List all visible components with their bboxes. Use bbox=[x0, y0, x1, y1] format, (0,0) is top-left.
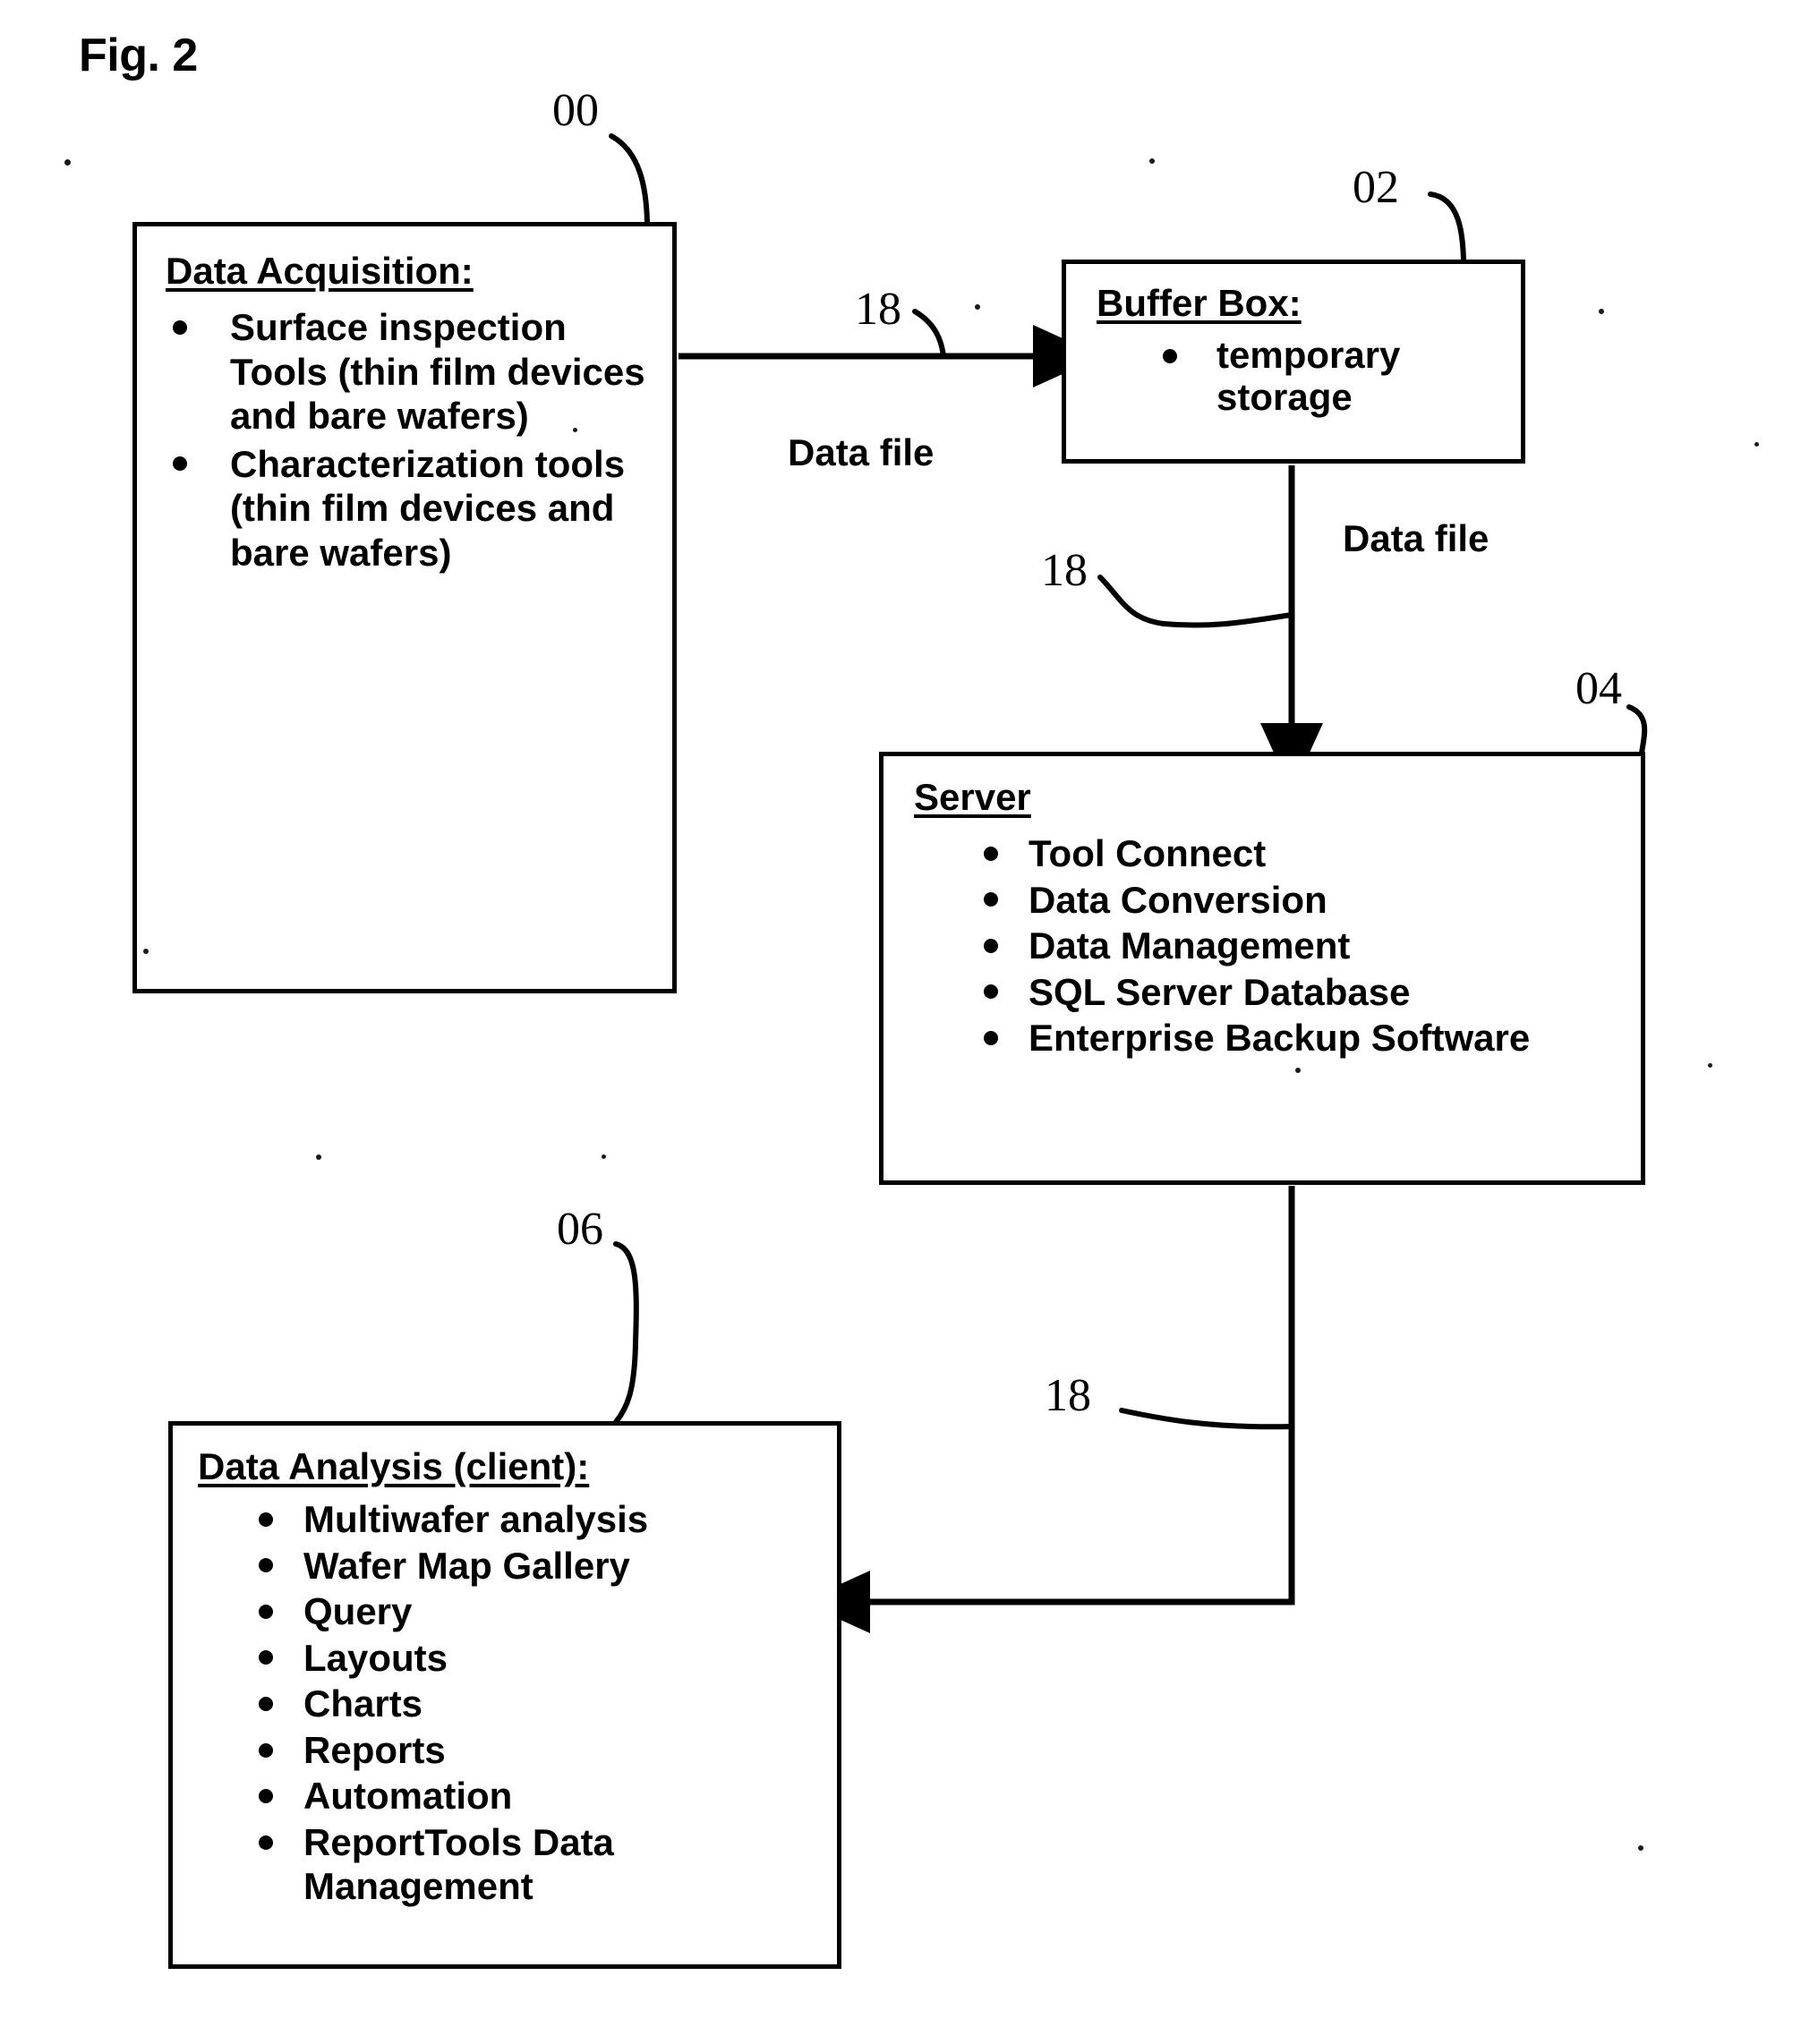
reference-numeral-18-server-to-analysis: 18 bbox=[1045, 1370, 1091, 1421]
list-item: Charts bbox=[198, 1682, 828, 1726]
list-item-label: Tool Connect bbox=[1029, 832, 1267, 874]
node-title-buffer-box: Buffer Box: bbox=[1097, 282, 1302, 324]
bullet-dot-icon bbox=[259, 1604, 273, 1619]
bullet-dot-icon bbox=[984, 892, 998, 907]
list-item-label: ReportTools Data Management bbox=[303, 1820, 614, 1908]
list-item-label: Query bbox=[303, 1590, 413, 1633]
reference-numeral-18-acquisition-to-buffer: 18 bbox=[855, 284, 901, 335]
bullet-list-server: Tool Connect Data Conversion Data Manage… bbox=[914, 831, 1632, 1060]
list-item: Data Management bbox=[914, 924, 1632, 968]
node-server: Server Tool Connect Data Conversion Data… bbox=[879, 752, 1645, 1185]
bullet-dot-icon bbox=[1163, 348, 1177, 363]
leader-line-18-b bbox=[1097, 575, 1294, 628]
scan-speck bbox=[1599, 309, 1604, 314]
list-item-label: Characterization tools (thin film device… bbox=[230, 442, 626, 574]
node-buffer-box: Buffer Box: temporary storage bbox=[1062, 260, 1525, 464]
scan-speck bbox=[975, 304, 980, 310]
bullet-dot-icon bbox=[984, 1030, 998, 1045]
bullet-list-data-analysis: Multiwafer analysis Wafer Map Gallery Qu… bbox=[198, 1497, 828, 1909]
list-item: Enterprise Backup Software bbox=[914, 1016, 1632, 1060]
bullet-dot-icon bbox=[173, 319, 187, 335]
bullet-dot-icon bbox=[173, 456, 187, 472]
leader-line-02 bbox=[1428, 192, 1466, 262]
node-title-data-analysis: Data Analysis (client): bbox=[198, 1445, 590, 1487]
list-item: Tool Connect bbox=[914, 831, 1632, 876]
figure-canvas: Fig. 2 Data Acquisition: Surface inspect… bbox=[0, 0, 1801, 2044]
list-item-label: Layouts bbox=[303, 1636, 448, 1679]
reference-numeral-06: 06 bbox=[557, 1204, 603, 1255]
scan-speck bbox=[1149, 158, 1155, 164]
reference-numeral-18-buffer-to-server: 18 bbox=[1041, 545, 1088, 596]
list-item: temporary storage bbox=[1097, 334, 1512, 418]
list-item-label: Enterprise Backup Software bbox=[1029, 1017, 1531, 1060]
list-item: Automation bbox=[198, 1774, 828, 1818]
bullet-dot-icon bbox=[259, 1789, 273, 1804]
list-item: Query bbox=[198, 1589, 828, 1634]
leader-line-06 bbox=[613, 1241, 639, 1425]
scan-speck bbox=[1708, 1063, 1712, 1068]
leader-line-04 bbox=[1626, 704, 1648, 756]
list-item: Characterization tools (thin film device… bbox=[166, 442, 658, 575]
list-item-label: Reports bbox=[303, 1728, 446, 1771]
list-item: ReportTools Data Management bbox=[198, 1820, 828, 1909]
list-item-label: Data Management bbox=[1029, 924, 1351, 967]
bullet-dot-icon bbox=[259, 1696, 273, 1711]
list-item: Data Conversion bbox=[914, 878, 1632, 923]
reference-numeral-04: 04 bbox=[1575, 663, 1622, 714]
node-data-acquisition: Data Acquisition: Surface inspection Too… bbox=[132, 222, 677, 993]
scan-speck bbox=[602, 1154, 606, 1159]
list-item-label: Data Conversion bbox=[1029, 878, 1327, 921]
node-title-data-acquisition: Data Acquisition: bbox=[166, 250, 474, 292]
list-item: Layouts bbox=[198, 1636, 828, 1681]
list-item: Wafer Map Gallery bbox=[198, 1544, 828, 1588]
list-item-label: temporary storage bbox=[1216, 334, 1401, 419]
list-item: Surface inspection Tools (thin film devi… bbox=[166, 305, 658, 439]
list-item-label: SQL Server Database bbox=[1029, 970, 1411, 1013]
list-item: Multiwafer analysis bbox=[198, 1497, 828, 1542]
scan-speck bbox=[143, 949, 149, 954]
node-data-analysis: Data Analysis (client): Multiwafer analy… bbox=[168, 1421, 841, 1969]
list-item: SQL Server Database bbox=[914, 970, 1632, 1015]
node-title-server: Server bbox=[914, 776, 1031, 818]
scan-speck bbox=[316, 1154, 321, 1160]
list-item: Reports bbox=[198, 1728, 828, 1773]
bullet-list-data-acquisition: Surface inspection Tools (thin film devi… bbox=[166, 305, 658, 575]
bullet-dot-icon bbox=[259, 1512, 273, 1527]
list-item-label: Wafer Map Gallery bbox=[303, 1544, 630, 1587]
bullet-dot-icon bbox=[259, 1650, 273, 1665]
list-item-label: Multiwafer analysis bbox=[303, 1498, 649, 1540]
list-item-label: Surface inspection Tools (thin film devi… bbox=[230, 306, 645, 438]
leader-line-00 bbox=[609, 133, 650, 225]
leader-line-18-a bbox=[912, 309, 946, 359]
bullet-dot-icon bbox=[984, 846, 998, 861]
scan-speck bbox=[1754, 442, 1759, 447]
scan-speck bbox=[64, 159, 71, 166]
bullet-dot-icon bbox=[984, 938, 998, 953]
bullet-list-buffer-box: temporary storage bbox=[1097, 334, 1512, 418]
connector-label-data-file-2: Data file bbox=[1343, 517, 1489, 559]
scan-speck bbox=[1638, 1845, 1643, 1851]
reference-numeral-00: 00 bbox=[552, 85, 599, 136]
bullet-dot-icon bbox=[259, 1558, 273, 1573]
list-item-label: Charts bbox=[303, 1682, 423, 1725]
connector-label-data-file-1: Data file bbox=[788, 431, 935, 473]
bullet-dot-icon bbox=[259, 1742, 273, 1758]
leader-line-18-c bbox=[1119, 1408, 1294, 1430]
bullet-dot-icon bbox=[984, 984, 998, 1000]
figure-title: Fig. 2 bbox=[79, 30, 198, 81]
scan-speck bbox=[1295, 1068, 1301, 1073]
list-item-label: Automation bbox=[303, 1775, 513, 1818]
scan-speck bbox=[573, 428, 577, 432]
reference-numeral-02: 02 bbox=[1353, 162, 1399, 213]
bullet-dot-icon bbox=[259, 1835, 273, 1850]
